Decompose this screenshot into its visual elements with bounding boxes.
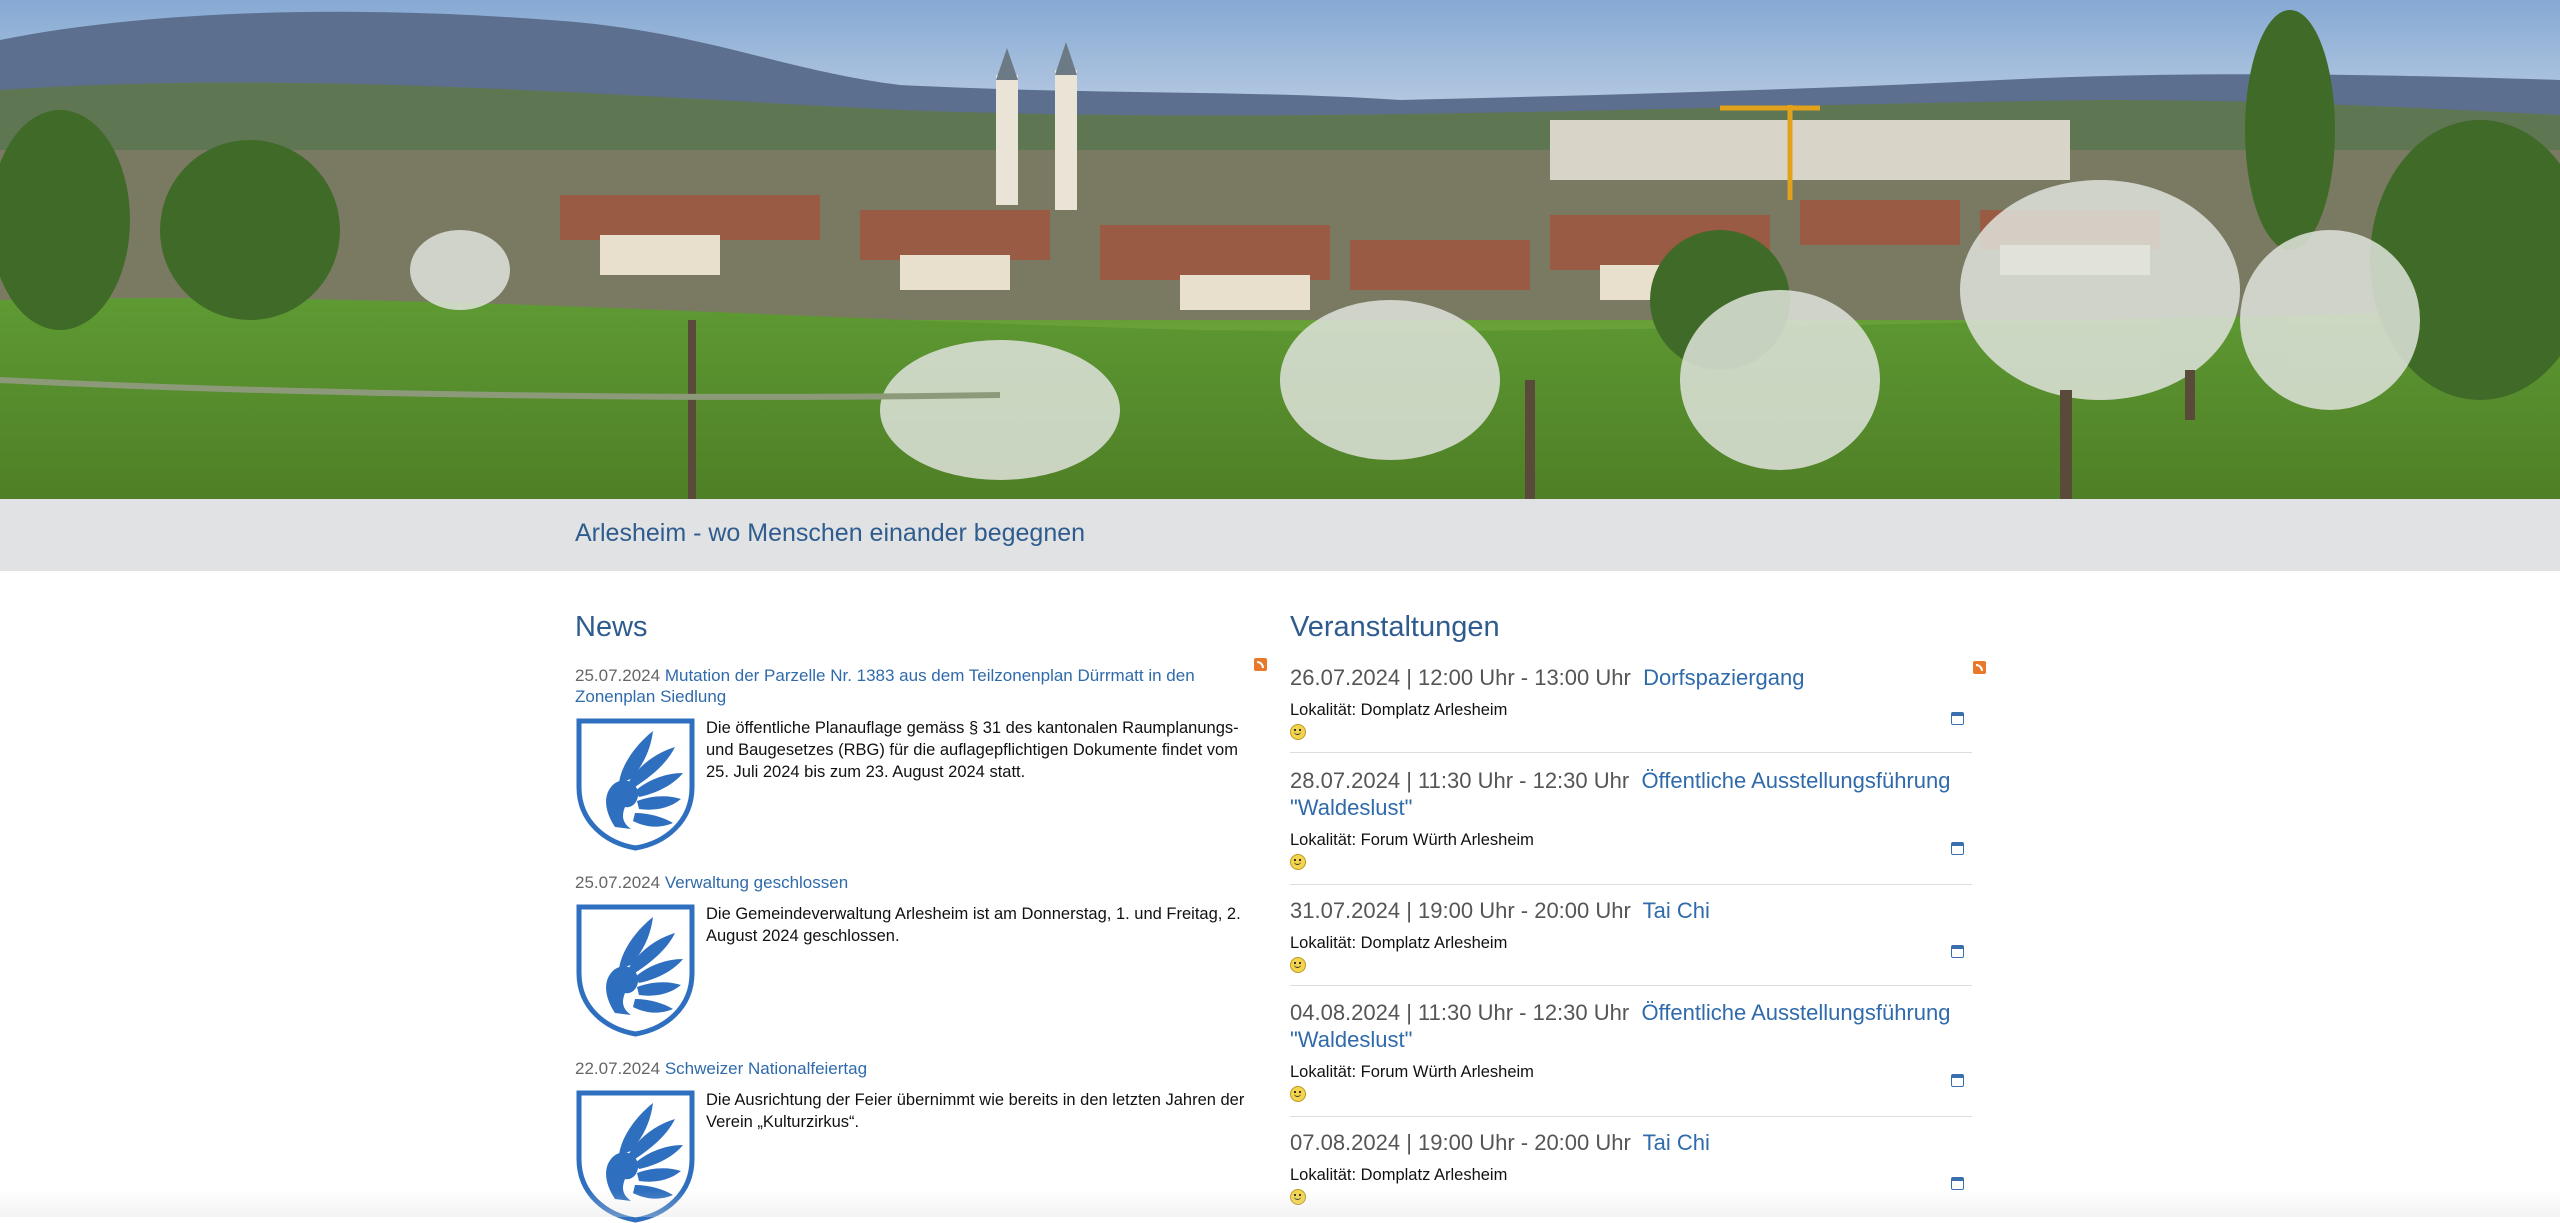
arlesheim-crest-icon[interactable] (575, 717, 696, 851)
event-item: 28.07.2024 | 11:30 Uhr - 12:30 Uhr Öffen… (1290, 767, 1972, 885)
news-date: 25.07.2024 (575, 666, 661, 685)
arlesheim-crest-icon[interactable] (575, 903, 696, 1037)
events-rss-icon[interactable] (1973, 661, 1986, 674)
news-item-body: Die Gemeindeverwaltung Arlesheim ist am … (575, 903, 1255, 1037)
news-date: 22.07.2024 (575, 1059, 661, 1078)
news-item: 25.07.2024 Mutation der Parzelle Nr. 138… (575, 665, 1255, 851)
event-datetime: 26.07.2024 | 12:00 Uhr - 13:00 Uhr (1290, 665, 1631, 690)
event-location: Lokalität: Domplatz Arlesheim (1290, 701, 1508, 719)
news-item: 25.07.2024 Verwaltung geschlossen Die Ge… (575, 872, 1255, 1037)
event-header: 26.07.2024 | 12:00 Uhr - 13:00 Uhr Dorfs… (1290, 664, 1972, 691)
calendar-add-icon[interactable] (1951, 945, 1964, 958)
calendar-add-icon[interactable] (1951, 1177, 1964, 1190)
smiley-icon (1290, 1086, 1306, 1102)
news-title-link[interactable]: Schweizer Nationalfeiertag (665, 1059, 867, 1078)
event-header: 31.07.2024 | 19:00 Uhr - 20:00 Uhr Tai C… (1290, 897, 1972, 924)
news-item-body: Die öffentliche Planauflage gemäss § 31 … (575, 717, 1255, 851)
news-teaser-text: Die öffentliche Planauflage gemäss § 31 … (706, 719, 1239, 781)
calendar-add-icon[interactable] (1951, 842, 1964, 855)
smiley-icon (1290, 957, 1306, 973)
news-rss-icon[interactable] (1254, 658, 1267, 671)
news-heading[interactable]: News (575, 611, 648, 644)
event-datetime: 07.08.2024 | 19:00 Uhr - 20:00 Uhr (1290, 1130, 1631, 1155)
news-item-header: 25.07.2024 Mutation der Parzelle Nr. 138… (575, 665, 1255, 707)
event-datetime: 28.07.2024 | 11:30 Uhr - 12:30 Uhr (1290, 768, 1630, 793)
smiley-icon (1290, 724, 1306, 740)
event-item: 26.07.2024 | 12:00 Uhr - 13:00 Uhr Dorfs… (1290, 664, 1972, 753)
hero-panorama-image (0, 0, 2560, 499)
bottom-fade (0, 1190, 2560, 1217)
event-title-link[interactable]: Dorfspaziergang (1643, 665, 1804, 690)
news-teaser-text: Die Gemeindeverwaltung Arlesheim ist am … (706, 905, 1241, 945)
event-datetime: 31.07.2024 | 19:00 Uhr - 20:00 Uhr (1290, 898, 1631, 923)
event-location: Lokalität: Domplatz Arlesheim (1290, 1166, 1508, 1184)
site-tagline: Arlesheim - wo Menschen einander begegne… (575, 519, 1086, 547)
event-title-link[interactable]: Tai Chi (1643, 1130, 1710, 1155)
news-title-link[interactable]: Mutation der Parzelle Nr. 1383 aus dem T… (575, 666, 1195, 706)
event-header: 07.08.2024 | 19:00 Uhr - 20:00 Uhr Tai C… (1290, 1129, 1972, 1156)
news-date: 25.07.2024 (575, 873, 661, 892)
event-item: 31.07.2024 | 19:00 Uhr - 20:00 Uhr Tai C… (1290, 897, 1972, 986)
event-datetime: 04.08.2024 | 11:30 Uhr - 12:30 Uhr (1290, 1000, 1630, 1025)
event-location: Lokalität: Domplatz Arlesheim (1290, 934, 1508, 952)
event-title-link[interactable]: Tai Chi (1643, 898, 1710, 923)
news-item-header: 22.07.2024 Schweizer Nationalfeiertag (575, 1058, 1255, 1079)
news-item-header: 25.07.2024 Verwaltung geschlossen (575, 872, 1255, 893)
news-title-link[interactable]: Verwaltung geschlossen (665, 873, 848, 892)
calendar-add-icon[interactable] (1951, 1074, 1964, 1087)
event-location: Lokalität: Forum Würth Arlesheim (1290, 1063, 1534, 1081)
event-item: 04.08.2024 | 11:30 Uhr - 12:30 Uhr Öffen… (1290, 999, 1972, 1117)
event-location: Lokalität: Forum Würth Arlesheim (1290, 831, 1534, 849)
smiley-icon (1290, 854, 1306, 870)
news-teaser-text: Die Ausrichtung der Feier übernimmt wie … (706, 1091, 1245, 1131)
tagline-bar: Arlesheim - wo Menschen einander begegne… (0, 499, 2560, 571)
panorama-illustration (0, 0, 2560, 499)
event-header: 04.08.2024 | 11:30 Uhr - 12:30 Uhr Öffen… (1290, 999, 1972, 1053)
calendar-add-icon[interactable] (1951, 712, 1964, 725)
event-header: 28.07.2024 | 11:30 Uhr - 12:30 Uhr Öffen… (1290, 767, 1972, 821)
events-heading[interactable]: Veranstaltungen (1290, 611, 1500, 644)
